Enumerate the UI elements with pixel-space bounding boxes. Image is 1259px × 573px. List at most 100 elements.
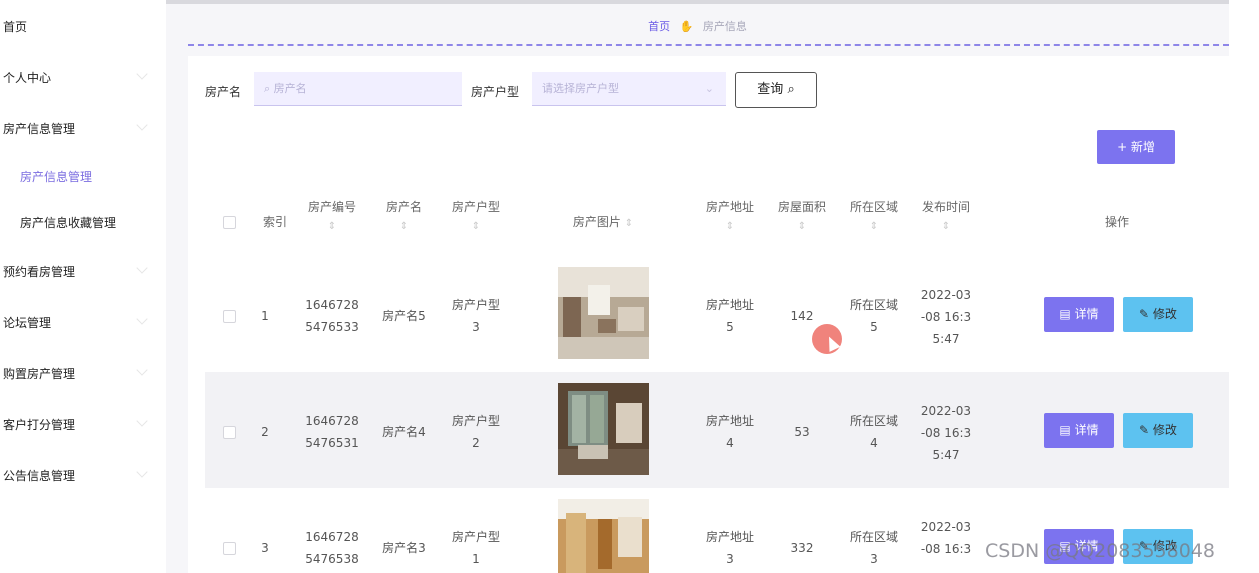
- cell-name: 房产名3: [382, 541, 426, 555]
- header-image-label: 房产图片: [572, 215, 621, 229]
- sidebar-item-purchase[interactable]: 购置房产管理: [3, 365, 75, 382]
- cell-type: 房产户型 1: [445, 526, 507, 570]
- property-photo[interactable]: [558, 499, 649, 573]
- header-time-label: 发布时间: [921, 200, 970, 214]
- cell-address-line2: 4: [726, 436, 734, 450]
- header-address[interactable]: 房产地址 ⇕: [699, 198, 761, 236]
- header-code[interactable]: 房产编号 ⇕: [301, 198, 363, 236]
- breadcrumb: 首页 ✋ 房产信息: [166, 18, 1229, 34]
- edit-button[interactable]: ✎ 修改: [1123, 297, 1193, 332]
- cell-region-line2: 3: [870, 552, 878, 566]
- document-icon: ▤: [1059, 307, 1075, 321]
- cell-region-line1: 所在区域: [849, 414, 898, 428]
- edit-button[interactable]: ✎ 修改: [1123, 413, 1193, 448]
- name-search-input[interactable]: ⌕ 房产名: [254, 72, 462, 106]
- cell-type-line2: 2: [472, 436, 480, 450]
- sidebar-item-profile[interactable]: 个人中心: [3, 69, 51, 86]
- cell-code-line2: 5476538: [305, 552, 359, 566]
- pencil-icon: ✎: [1139, 423, 1153, 437]
- sidebar-item-property-mgmt[interactable]: 房产信息管理: [3, 120, 75, 137]
- sort-icon[interactable]: ⇕: [472, 221, 480, 232]
- cell-area: 53: [794, 425, 810, 439]
- sort-icon[interactable]: ⇕: [726, 221, 734, 232]
- property-table: 索引 房产编号 ⇕ 房产名 ⇕ 房产户型 ⇕ 房产图片 ⇕ 房产地址 ⇕ 房屋面积 ⇕ 所…: [205, 186, 1229, 573]
- type-select-placeholder: 请选择房产户型: [542, 82, 619, 95]
- cell-address-line1: 房产地址: [705, 414, 754, 428]
- sort-icon[interactable]: ⇕: [328, 221, 336, 232]
- cell-time-line1: 2022-03: [920, 404, 972, 418]
- detail-button-label: 详情: [1074, 307, 1099, 321]
- header-address-label: 房产地址: [705, 200, 754, 214]
- header-code-label: 房产编号: [307, 200, 356, 214]
- cell-address-line1: 房产地址: [705, 530, 754, 544]
- sidebar-item-forum[interactable]: 论坛管理: [3, 314, 51, 331]
- cell-region-line2: 5: [870, 320, 878, 334]
- chevron-down-icon: [136, 466, 148, 478]
- sidebar-item-viewing[interactable]: 预约看房管理: [3, 263, 75, 280]
- header-type[interactable]: 房产户型 ⇕: [445, 198, 507, 236]
- cell-code: 1646728 5476533: [301, 294, 363, 338]
- sort-icon[interactable]: ⇕: [942, 221, 950, 232]
- detail-button[interactable]: ▤ 详情: [1044, 297, 1114, 332]
- cell-code-line1: 1646728: [305, 530, 359, 544]
- sidebar-item-home[interactable]: 首页: [3, 18, 27, 35]
- detail-button[interactable]: ▤ 详情: [1044, 413, 1114, 448]
- cell-time-line2: -08 16:3: [920, 426, 972, 440]
- cell-index: 2: [261, 425, 269, 439]
- header-image[interactable]: 房产图片 ⇕: [555, 213, 651, 233]
- cell-code-line2: 5476531: [305, 436, 359, 450]
- cell-name: 房产名5: [382, 309, 426, 323]
- header-region[interactable]: 所在区域 ⇕: [843, 198, 905, 236]
- edit-button-label: 修改: [1152, 423, 1177, 437]
- row-checkbox[interactable]: [223, 426, 236, 439]
- divider: [188, 44, 1229, 46]
- cell-time-line2: -08 16:3: [920, 542, 972, 556]
- row-checkbox[interactable]: [223, 542, 236, 555]
- chevron-down-icon: ⌄: [704, 82, 714, 95]
- sort-icon[interactable]: ⇕: [870, 221, 878, 232]
- cell-address-line1: 房产地址: [705, 298, 754, 312]
- breadcrumb-home[interactable]: 首页: [648, 20, 670, 33]
- cell-region: 所在区域 4: [843, 410, 905, 454]
- name-search-placeholder: 房产名: [273, 82, 307, 95]
- sidebar-item-notice[interactable]: 公告信息管理: [3, 467, 75, 484]
- add-button[interactable]: + 新增: [1097, 130, 1175, 164]
- cell-time: 2022-03 -08 16:3 5:47: [915, 400, 977, 466]
- property-photo[interactable]: [558, 267, 649, 359]
- sort-icon[interactable]: ⇕: [798, 221, 806, 232]
- table-row: 2 1646728 5476531 房产名4 房产户型 2 房产地址 4 53 所在区…: [205, 372, 1229, 488]
- pencil-icon: ✎: [1139, 307, 1153, 321]
- header-area-label: 房屋面积: [777, 200, 826, 214]
- row-checkbox[interactable]: [223, 310, 236, 323]
- select-all-checkbox[interactable]: [223, 216, 236, 229]
- sort-icon[interactable]: ⇕: [400, 221, 408, 232]
- type-label: 房产户型: [471, 85, 520, 99]
- header-name[interactable]: 房产名 ⇕: [375, 198, 433, 236]
- breadcrumb-separator-icon: ✋: [679, 20, 694, 33]
- type-select[interactable]: 请选择房产户型 ⌄: [532, 72, 726, 106]
- header-time[interactable]: 发布时间 ⇕: [915, 198, 977, 236]
- cell-address-line2: 3: [726, 552, 734, 566]
- query-button-label: 查询: [757, 82, 784, 97]
- cell-address: 房产地址 3: [699, 526, 761, 570]
- sidebar-subitem-favorites[interactable]: 房产信息收藏管理: [20, 214, 116, 231]
- sidebar-subitem-property-info[interactable]: 房产信息管理: [20, 168, 92, 185]
- sidebar-item-rating[interactable]: 客户打分管理: [3, 416, 75, 433]
- cell-region-line1: 所在区域: [849, 298, 898, 312]
- chevron-down-icon: [136, 313, 148, 325]
- header-name-label: 房产名: [385, 200, 422, 214]
- cell-address: 房产地址 4: [699, 410, 761, 454]
- cell-index: 1: [261, 309, 269, 323]
- cell-area: 332: [790, 541, 814, 555]
- property-photo[interactable]: [558, 383, 649, 475]
- cell-time-line3: 5:47: [932, 332, 960, 346]
- cell-type-line2: 1: [472, 552, 480, 566]
- watermark: CSDN @QQ2083558048: [985, 540, 1216, 562]
- chevron-down-icon: [136, 364, 148, 376]
- query-button[interactable]: 查询 ⌕: [735, 72, 817, 108]
- header-area[interactable]: 房屋面积 ⇕: [771, 198, 833, 236]
- sort-icon[interactable]: ⇕: [625, 218, 633, 229]
- cell-region-line2: 4: [870, 436, 878, 450]
- breadcrumb-current: 房产信息: [702, 20, 747, 33]
- cell-address: 房产地址 5: [699, 294, 761, 338]
